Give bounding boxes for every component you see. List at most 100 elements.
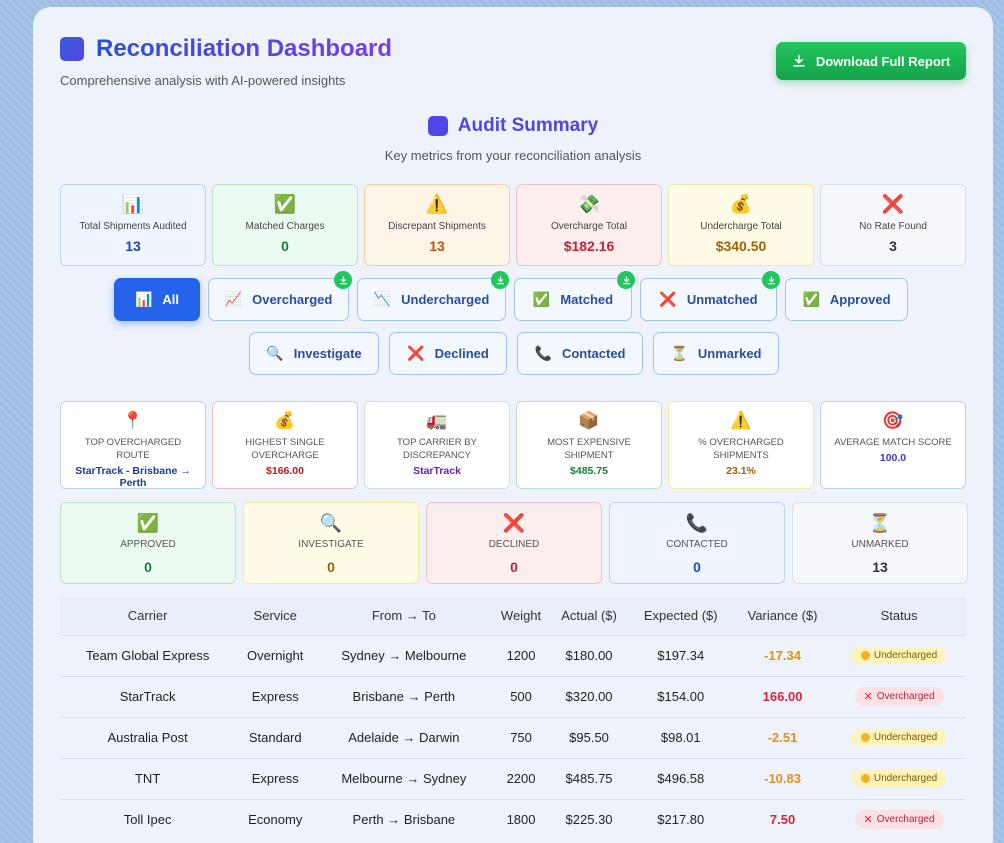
cell-variance: -2.51 — [733, 716, 833, 758]
filter-matched-button[interactable]: ✅ Matched — [514, 271, 635, 321]
filter-declined-icon: ❌ — [407, 345, 425, 361]
status-emoji-icon: 📞 — [685, 513, 709, 533]
filter-unmarked-button[interactable]: ⏳ Unmarked — [653, 332, 779, 375]
cell-weight: 500 — [492, 675, 550, 717]
dashboard-icon — [60, 37, 84, 61]
insight-card-top-overcharged-route: 📍 Top Overcharged Route StarTrack - Brisba… — [60, 401, 206, 489]
filter-contacted-icon: 📞 — [534, 345, 552, 361]
insight-label: Highest Single Overcharge — [245, 437, 325, 461]
table-row[interactable]: TNT Express Melbourne → Sydney 2200 $485.75 $… — [60, 757, 966, 799]
column-header-status[interactable]: Status — [832, 597, 966, 635]
filter-declined-button[interactable]: ❌ Declined — [389, 332, 507, 375]
stat-emoji-icon: 💸 — [577, 194, 601, 214]
status-cards: ✅ Approved 0 🔍 Investigate 0 ❌ Declined 0 📞 Contac… — [60, 502, 968, 584]
cell-weight: 1200 — [492, 634, 550, 676]
stat-value: 3 — [889, 238, 897, 254]
filter-label: Investigate — [293, 346, 362, 361]
cell-variance: 7.50 — [733, 798, 833, 840]
table-row[interactable]: Toll Ipec Economy Perth → Brisbane 1800 $225… — [60, 798, 966, 840]
insight-emoji-icon: 📍 — [122, 411, 144, 430]
download-report-button[interactable]: Download Full Report — [776, 42, 966, 80]
filter-contacted-button[interactable]: 📞 Contacted — [517, 332, 643, 375]
cell-status: Undercharged — [832, 716, 966, 758]
status-badge: Undercharged — [851, 729, 947, 746]
column-header-service[interactable]: Service — [235, 597, 316, 635]
stat-value: 13 — [429, 238, 445, 254]
filter-overcharged-icon: 📈 — [224, 291, 243, 307]
filter-undercharged-button[interactable]: 📉 Undercharged — [357, 271, 509, 321]
table-row[interactable]: StarTrack Express Brisbane → Perth 500 $320.… — [60, 675, 966, 717]
cell-variance: -17.34 — [733, 634, 833, 676]
status-emoji-icon: ⏳ — [868, 513, 892, 533]
filter-label: Overcharged — [252, 292, 333, 307]
insight-value: $485.75 — [570, 465, 608, 477]
status-card-approved[interactable]: ✅ Approved 0 — [60, 502, 236, 584]
dot-icon — [860, 651, 870, 660]
filter-row-2: 🔍 Investigate ❌ Declined 📞 Contacted ⏳ Unmarked — [249, 332, 779, 375]
audit-summary-heading: Audit Summary — [33, 115, 993, 137]
filter-label: Undercharged — [401, 292, 490, 307]
status-emoji-icon: ✅ — [136, 513, 160, 533]
table-row[interactable]: Australia Post Standard Adelaide → Darwin 7… — [60, 716, 966, 758]
filter-overcharged-button[interactable]: 📈 Overcharged — [208, 271, 352, 321]
insight-card-highest-single-overcharge: 💰 Highest Single Overcharge $166.00 — [212, 401, 358, 489]
status-card-unmarked[interactable]: ⏳ Unmarked 13 — [792, 502, 968, 584]
cell-expected: $197.34 — [628, 634, 734, 676]
column-header-weight[interactable]: Weight — [492, 597, 550, 635]
status-badge: ✕ Overcharged — [854, 687, 944, 706]
insight-label: % Overcharged Shipments — [698, 437, 784, 461]
filter-all-button[interactable]: 📊 All — [114, 278, 200, 321]
filter-download-icon[interactable] — [762, 271, 780, 289]
stat-emoji-icon: 💰 — [729, 194, 753, 214]
stat-card-overcharge-total: 💸 Overcharge Total $182.16 — [516, 184, 662, 266]
status-card-contacted[interactable]: 📞 Contacted 0 — [609, 502, 785, 584]
stat-value: 13 — [125, 238, 141, 254]
filter-download-icon[interactable] — [334, 271, 352, 289]
filter-approved-button[interactable]: ✅ Approved — [785, 278, 908, 321]
stat-card-matched-charges: ✅ Matched Charges 0 — [212, 184, 358, 266]
cell-actual: $225.30 — [549, 798, 629, 840]
filter-label: Approved — [829, 292, 891, 307]
audit-subtitle: Key metrics from your reconciliation ana… — [384, 148, 642, 163]
insight-card-average-match-score: 🎯 Average Match Score 100.0 — [820, 401, 966, 489]
cell-service: Express — [235, 675, 316, 717]
shipments-table: Carrier Service From → To Weight Actual ($) E… — [60, 597, 966, 840]
column-header-from-to[interactable]: From → To — [315, 597, 493, 635]
table-row[interactable]: Team Global Express Overnight Sydney → Mel… — [60, 634, 966, 676]
audit-title: Audit Summary — [457, 115, 599, 136]
filter-investigate-button[interactable]: 🔍 Investigate — [249, 332, 379, 375]
stat-emoji-icon: 📊 — [121, 194, 145, 214]
column-header-variance[interactable]: Variance ($) — [733, 597, 833, 635]
filter-unmarked-icon: ⏳ — [670, 345, 688, 361]
status-card-investigate[interactable]: 🔍 Investigate 0 — [243, 502, 419, 584]
dot-icon — [860, 733, 870, 742]
insight-emoji-icon: 📦 — [578, 411, 600, 430]
cell-route: Adelaide → Darwin — [315, 716, 493, 758]
filter-download-icon[interactable] — [491, 271, 509, 289]
status-value: 0 — [144, 559, 152, 575]
column-header-actual[interactable]: Actual ($) — [549, 597, 629, 635]
status-card-declined[interactable]: ❌ Declined 0 — [426, 502, 602, 584]
cell-actual: $180.00 — [549, 634, 629, 676]
insight-value: $166.00 — [266, 465, 304, 477]
insight-label: Most Expensive Shipment — [547, 437, 631, 461]
cell-variance: 166.00 — [733, 675, 833, 717]
cell-carrier: Australia Post — [60, 716, 236, 758]
insight-card-top-carrier-by-discrepancy: 🚛 Top Carrier by Discrepancy StarTrack — [364, 401, 510, 489]
filter-unmatched-button[interactable]: ❌ Unmatched — [640, 271, 780, 321]
stat-label: No Rate Found — [859, 221, 927, 232]
cell-weight: 1800 — [492, 798, 550, 840]
column-header-carrier[interactable]: Carrier — [60, 597, 236, 635]
stat-card-discrepant-shipments: ⚠️ Discrepant Shipments 13 — [364, 184, 510, 266]
column-header-expected[interactable]: Expected ($) — [628, 597, 734, 635]
filter-approved-icon: ✅ — [802, 291, 820, 307]
filter-download-icon[interactable] — [617, 271, 635, 289]
table-body: Team Global Express Overnight Sydney → Mel… — [60, 634, 966, 840]
x-icon: ✕ — [863, 814, 873, 827]
cell-service: Overnight — [235, 634, 316, 676]
status-emoji-icon: ❌ — [502, 513, 526, 533]
status-badge-label: Undercharged — [873, 732, 938, 743]
cell-expected: $154.00 — [628, 675, 734, 717]
insight-value: 23.1% — [726, 465, 756, 477]
cell-route: Melbourne → Sydney — [315, 757, 493, 799]
